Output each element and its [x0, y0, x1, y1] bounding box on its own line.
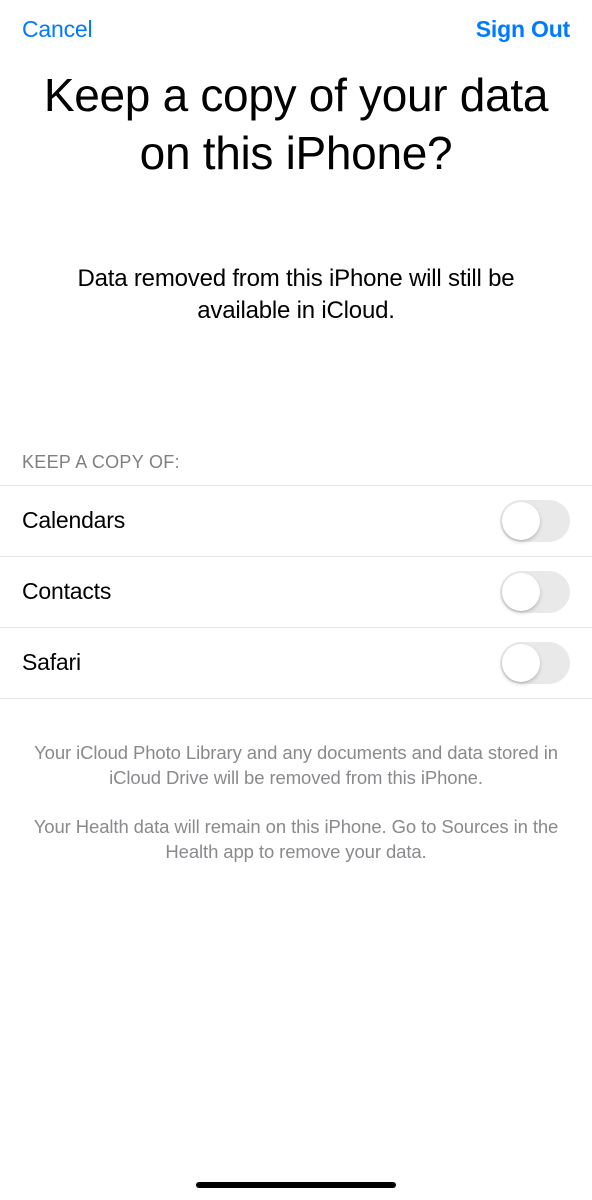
toggle-safari[interactable] — [500, 642, 570, 684]
page-subtitle: Data removed from this iPhone will still… — [0, 183, 592, 328]
section-header: KEEP A COPY OF: — [0, 452, 592, 485]
cancel-button[interactable]: Cancel — [22, 16, 92, 43]
toggle-calendars[interactable] — [500, 500, 570, 542]
toggle-contacts[interactable] — [500, 571, 570, 613]
options-list: Calendars Contacts Safari — [0, 485, 592, 699]
list-item-safari: Safari — [0, 628, 592, 699]
home-indicator[interactable] — [196, 1182, 396, 1188]
list-item-label: Contacts — [22, 578, 111, 605]
page-title: Keep a copy of your data on this iPhone? — [0, 53, 592, 183]
list-item-label: Safari — [22, 649, 81, 676]
footer-text-photos: Your iCloud Photo Library and any docume… — [0, 741, 592, 791]
list-item-contacts: Contacts — [0, 557, 592, 628]
navbar: Cancel Sign Out — [0, 0, 592, 53]
list-item-label: Calendars — [22, 507, 125, 534]
sign-out-button[interactable]: Sign Out — [476, 16, 570, 43]
footer-text-health: Your Health data will remain on this iPh… — [0, 815, 592, 865]
list-item-calendars: Calendars — [0, 486, 592, 557]
